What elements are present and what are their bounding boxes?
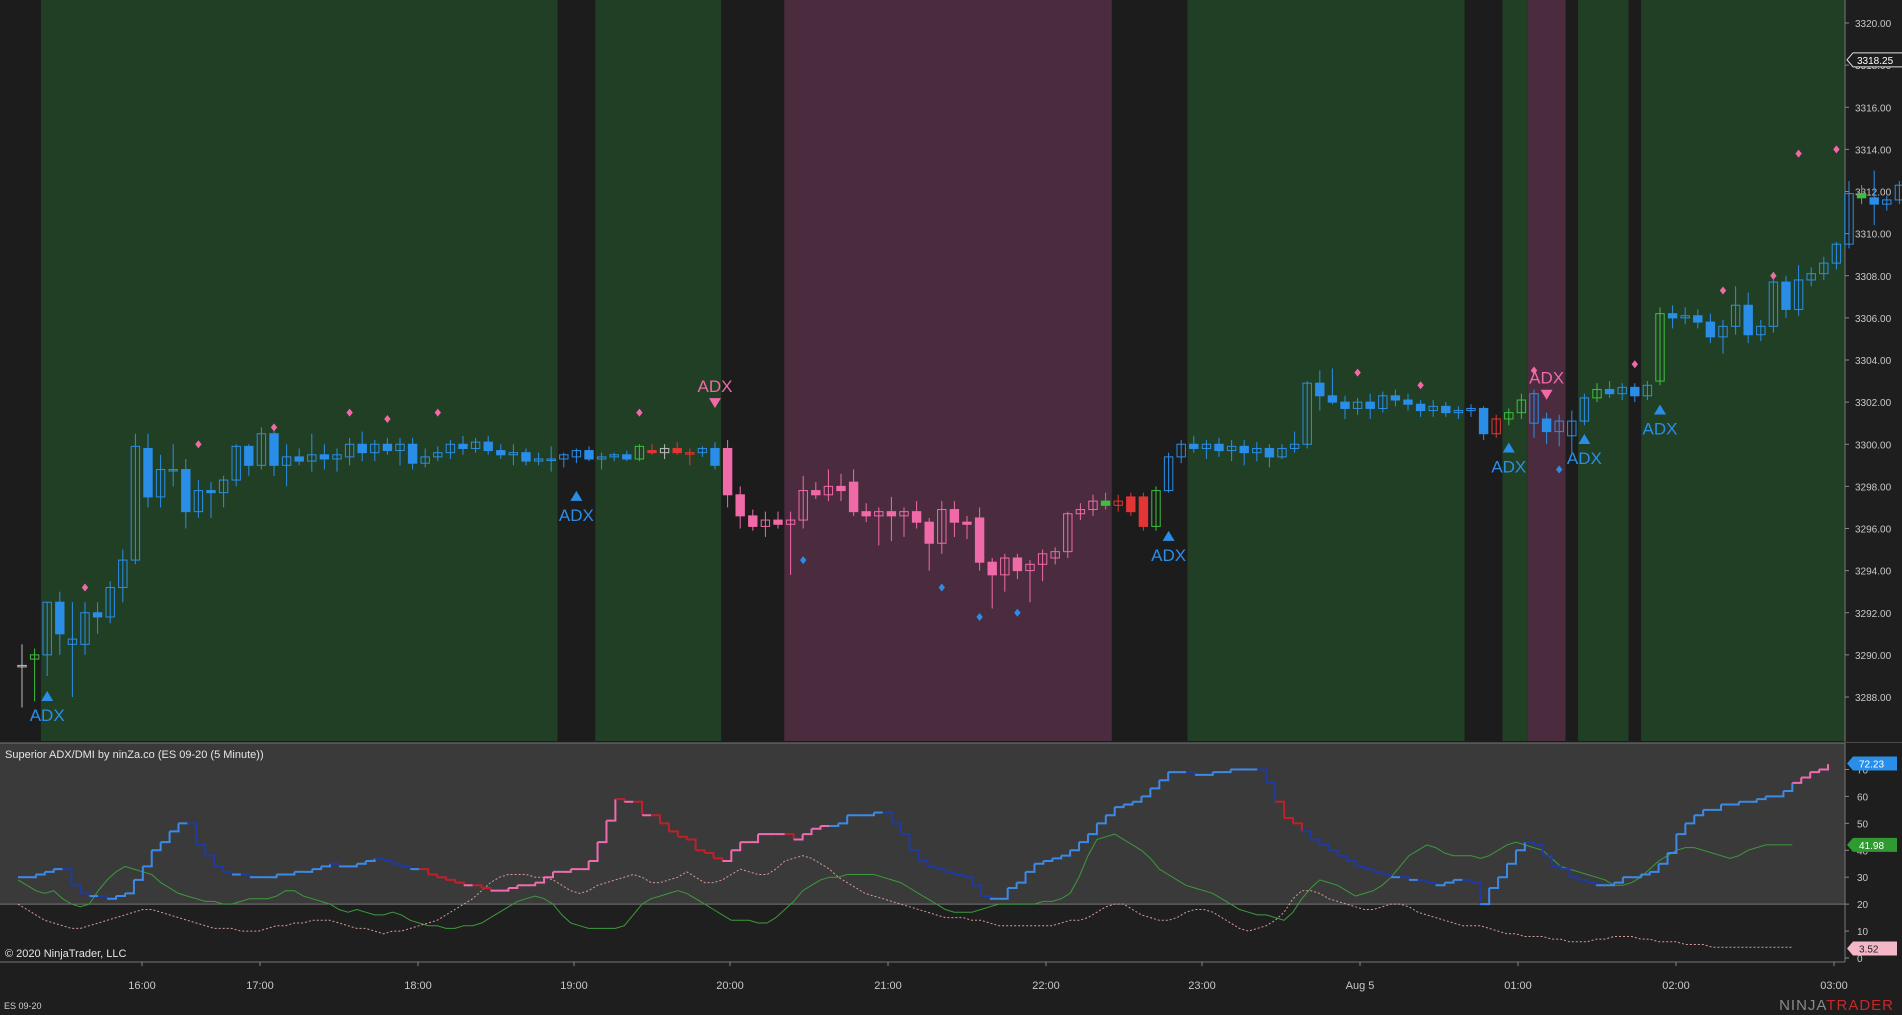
time-tick-label: Aug 5 bbox=[1346, 980, 1375, 992]
indicator-panel[interactable]: 01020304050607072.2341.983.5216:0017:001… bbox=[0, 0, 1902, 1015]
copyright-text: © 2020 NinjaTrader, LLC bbox=[5, 948, 127, 960]
instrument-label: ES 09-20 bbox=[4, 1001, 42, 1011]
time-tick-label: 19:00 bbox=[560, 980, 588, 992]
time-tick-label: 03:00 bbox=[1820, 980, 1848, 992]
di-plus-value-label: 41.98 bbox=[1859, 841, 1884, 852]
time-tick-label: 01:00 bbox=[1504, 980, 1532, 992]
time-tick-label: 21:00 bbox=[874, 980, 902, 992]
chart-window: 3288.00 3290.00 3292.00 3294.00 3296.00 3298.… bbox=[0, 0, 1902, 1015]
time-axis-area bbox=[0, 962, 1902, 1015]
indicator-tick-label: 20 bbox=[1857, 900, 1869, 911]
indicator-tick-label: 50 bbox=[1857, 819, 1869, 830]
indicator-title: Superior ADX/DMI by ninZa.co (ES 09-20 (… bbox=[5, 749, 264, 761]
time-tick-label: 23:00 bbox=[1188, 980, 1216, 992]
di-minus-value-label: 3.52 bbox=[1859, 945, 1879, 956]
indicator-tick-label: 10 bbox=[1857, 927, 1869, 938]
brand-trader: TRADER bbox=[1826, 997, 1894, 1014]
time-tick-label: 18:00 bbox=[404, 980, 432, 992]
brand-ninja: NINJA bbox=[1779, 997, 1827, 1014]
time-tick-label: 22:00 bbox=[1032, 980, 1060, 992]
adx-value-label: 72.23 bbox=[1859, 759, 1884, 770]
indicator-tick-label: 60 bbox=[1857, 792, 1869, 803]
time-tick-label: 20:00 bbox=[716, 980, 744, 992]
time-tick-label: 16:00 bbox=[128, 980, 156, 992]
ninjatrader-logo: NINJATRADER bbox=[1779, 997, 1894, 1014]
indicator-upper-band bbox=[0, 743, 1845, 905]
time-tick-label: 17:00 bbox=[246, 980, 274, 992]
indicator-tick-label: 30 bbox=[1857, 873, 1869, 884]
time-tick-label: 02:00 bbox=[1662, 980, 1690, 992]
indicator-axis-area bbox=[1845, 743, 1902, 962]
